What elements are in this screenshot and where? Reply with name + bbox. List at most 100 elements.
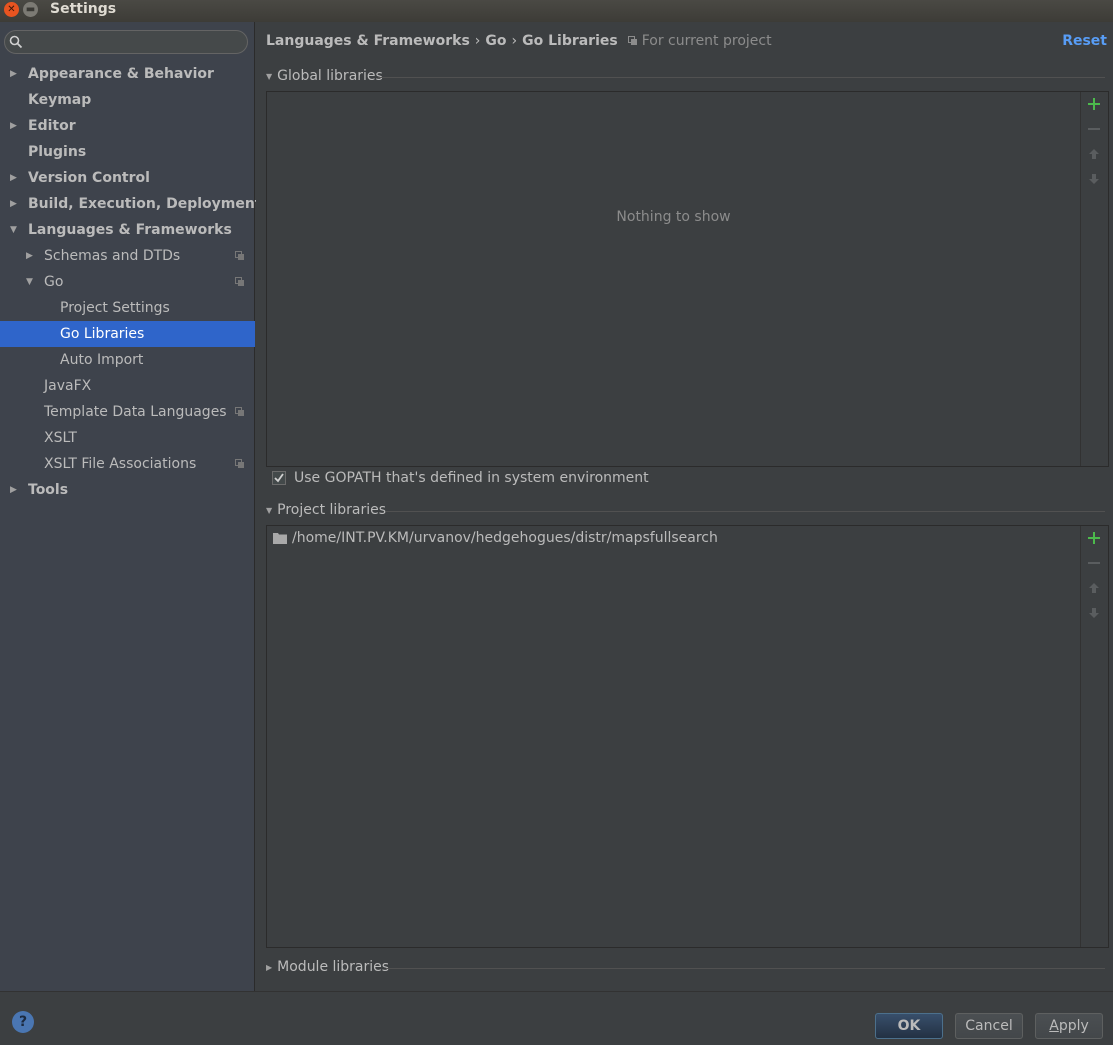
sidebar-item-label: Tools <box>28 482 69 498</box>
collapse-arrow-icon[interactable]: ▼ <box>10 217 22 243</box>
global-libraries-header[interactable]: ▼ Global libraries <box>266 68 383 84</box>
section-divider <box>386 511 1105 512</box>
dialog-footer: ? OK Cancel Apply <box>0 991 1113 1045</box>
breadcrumb: Languages & Frameworks › Go › Go Librari… <box>266 33 772 49</box>
settings-content: Languages & Frameworks › Go › Go Librari… <box>256 22 1113 991</box>
settings-search-box[interactable] <box>4 30 248 54</box>
sidebar-item-keymap[interactable]: Keymap <box>0 87 255 113</box>
settings-tree: ▶ Appearance & Behavior Keymap ▶ Editor Plugi… <box>0 61 262 503</box>
use-gopath-checkbox[interactable] <box>272 471 286 485</box>
sidebar-item-label: Version Control <box>28 170 150 186</box>
breadcrumb-go[interactable]: Go <box>485 33 506 49</box>
move-down-icon[interactable] <box>1086 605 1102 621</box>
expand-arrow-icon[interactable]: ▶ <box>10 191 22 217</box>
sidebar-item-xslt-file-associations[interactable]: XSLT File Associations <box>0 451 255 477</box>
expand-arrow-icon[interactable]: ▶ <box>10 165 22 191</box>
expand-triangle-icon: ▶ <box>266 962 273 972</box>
project-libraries-title: Project libraries <box>277 502 387 518</box>
project-libraries-list[interactable]: /home/INT.PV.KM/urvanov/hedgehogues/dist… <box>267 526 1081 947</box>
sidebar-item-label: Template Data Languages <box>44 404 227 420</box>
collapse-triangle-icon: ▼ <box>266 505 273 515</box>
expand-arrow-icon[interactable]: ▶ <box>10 61 22 87</box>
add-icon[interactable] <box>1086 96 1102 112</box>
cancel-button[interactable]: Cancel <box>955 1013 1023 1039</box>
section-divider <box>386 968 1105 969</box>
add-icon[interactable] <box>1086 530 1102 546</box>
sidebar-item-tools[interactable]: ▶ Tools <box>0 477 255 503</box>
project-libraries-toolbar <box>1081 526 1108 947</box>
global-libraries-toolbar <box>1081 92 1108 466</box>
expand-arrow-icon[interactable]: ▶ <box>10 113 22 139</box>
sidebar-item-label: Plugins <box>28 144 87 160</box>
global-libraries-panel: Nothing to show <box>266 91 1109 467</box>
sidebar-item-languages-frameworks[interactable]: ▼ Languages & Frameworks <box>0 217 255 243</box>
settings-sidebar: ▶ Appearance & Behavior Keymap ▶ Editor Plugi… <box>0 22 262 991</box>
sidebar-item-xslt[interactable]: XSLT <box>0 425 255 451</box>
breadcrumb-go-libraries: Go Libraries <box>522 33 618 49</box>
breadcrumb-separator: › <box>511 33 518 49</box>
remove-icon[interactable] <box>1086 121 1102 137</box>
expand-arrow-icon[interactable]: ▶ <box>26 243 38 269</box>
apply-button[interactable]: Apply <box>1035 1013 1103 1039</box>
sidebar-item-label: Appearance & Behavior <box>28 66 214 82</box>
sidebar-item-label: Auto Import <box>60 352 144 368</box>
sidebar-item-label: Editor <box>28 118 76 134</box>
remove-icon[interactable] <box>1086 555 1102 571</box>
sidebar-item-label: Schemas and DTDs <box>44 248 181 264</box>
library-path: /home/INT.PV.KM/urvanov/hedgehogues/dist… <box>292 530 718 546</box>
sidebar-item-schemas-and-dtds[interactable]: ▶ Schemas and DTDs <box>0 243 255 269</box>
checkmark-icon <box>274 473 284 483</box>
sidebar-item-plugins[interactable]: Plugins <box>0 139 255 165</box>
breadcrumb-separator: › <box>474 33 481 49</box>
sidebar-item-appearance-behavior[interactable]: ▶ Appearance & Behavior <box>0 61 255 87</box>
sidebar-item-javafx[interactable]: JavaFX <box>0 373 255 399</box>
collapse-triangle-icon: ▼ <box>266 71 273 81</box>
section-divider <box>378 77 1105 78</box>
project-scope-icon <box>627 36 637 45</box>
apply-label: pply <box>1058 1018 1089 1034</box>
sidebar-item-build-execution-deployment[interactable]: ▶ Build, Execution, Deployment <box>0 191 262 217</box>
list-item[interactable]: /home/INT.PV.KM/urvanov/hedgehogues/dist… <box>273 528 718 548</box>
global-libraries-list[interactable]: Nothing to show <box>267 92 1081 466</box>
ok-button[interactable]: OK <box>875 1013 943 1039</box>
minimize-window-button[interactable]: ▬ <box>23 2 38 17</box>
global-libraries-title: Global libraries <box>277 68 383 84</box>
use-gopath-label: Use GOPATH that's defined in system envi… <box>294 470 649 486</box>
sidebar-item-editor[interactable]: ▶ Editor <box>0 113 255 139</box>
sidebar-item-label: Go <box>44 274 64 290</box>
folder-icon <box>273 533 287 544</box>
search-icon <box>9 35 23 49</box>
sidebar-item-label: JavaFX <box>44 378 92 394</box>
move-up-icon[interactable] <box>1086 580 1102 596</box>
sidebar-item-template-data-languages[interactable]: Template Data Languages <box>0 399 255 425</box>
expand-arrow-icon[interactable]: ▶ <box>10 477 22 503</box>
sidebar-item-label: Build, Execution, Deployment <box>28 196 262 212</box>
sidebar-item-label: XSLT File Associations <box>44 456 197 472</box>
window-title: Settings <box>50 1 117 17</box>
sidebar-item-label: Project Settings <box>60 300 170 316</box>
move-up-icon[interactable] <box>1086 146 1102 162</box>
breadcrumb-languages-frameworks[interactable]: Languages & Frameworks <box>266 33 470 49</box>
help-button[interactable]: ? <box>12 1011 34 1033</box>
sidebar-item-label: XSLT <box>44 430 77 446</box>
sidebar-item-label: Languages & Frameworks <box>28 222 232 238</box>
move-down-icon[interactable] <box>1086 171 1102 187</box>
module-libraries-header[interactable]: ▶ Module libraries <box>266 959 389 975</box>
sidebar-item-project-settings[interactable]: Project Settings <box>0 295 255 321</box>
sidebar-item-auto-import[interactable]: Auto Import <box>0 347 255 373</box>
sidebar-item-label: Keymap <box>28 92 92 108</box>
reset-link[interactable]: Reset <box>1062 33 1107 49</box>
collapse-arrow-icon[interactable]: ▼ <box>26 269 38 295</box>
sidebar-item-label: Go Libraries <box>60 326 145 342</box>
sidebar-item-version-control[interactable]: ▶ Version Control <box>0 165 255 191</box>
close-window-button[interactable]: ✕ <box>4 2 19 17</box>
use-gopath-checkbox-row[interactable]: Use GOPATH that's defined in system envi… <box>272 470 649 486</box>
sidebar-item-go-libraries[interactable]: Go Libraries <box>0 321 255 347</box>
project-scope-icon <box>235 251 244 260</box>
settings-search-input[interactable] <box>27 33 241 51</box>
project-libraries-panel: /home/INT.PV.KM/urvanov/hedgehogues/dist… <box>266 525 1109 948</box>
module-libraries-title: Module libraries <box>277 959 390 975</box>
project-libraries-header[interactable]: ▼ Project libraries <box>266 502 386 518</box>
apply-mnemonic: A <box>1049 1018 1059 1034</box>
sidebar-item-go[interactable]: ▼ Go <box>0 269 255 295</box>
